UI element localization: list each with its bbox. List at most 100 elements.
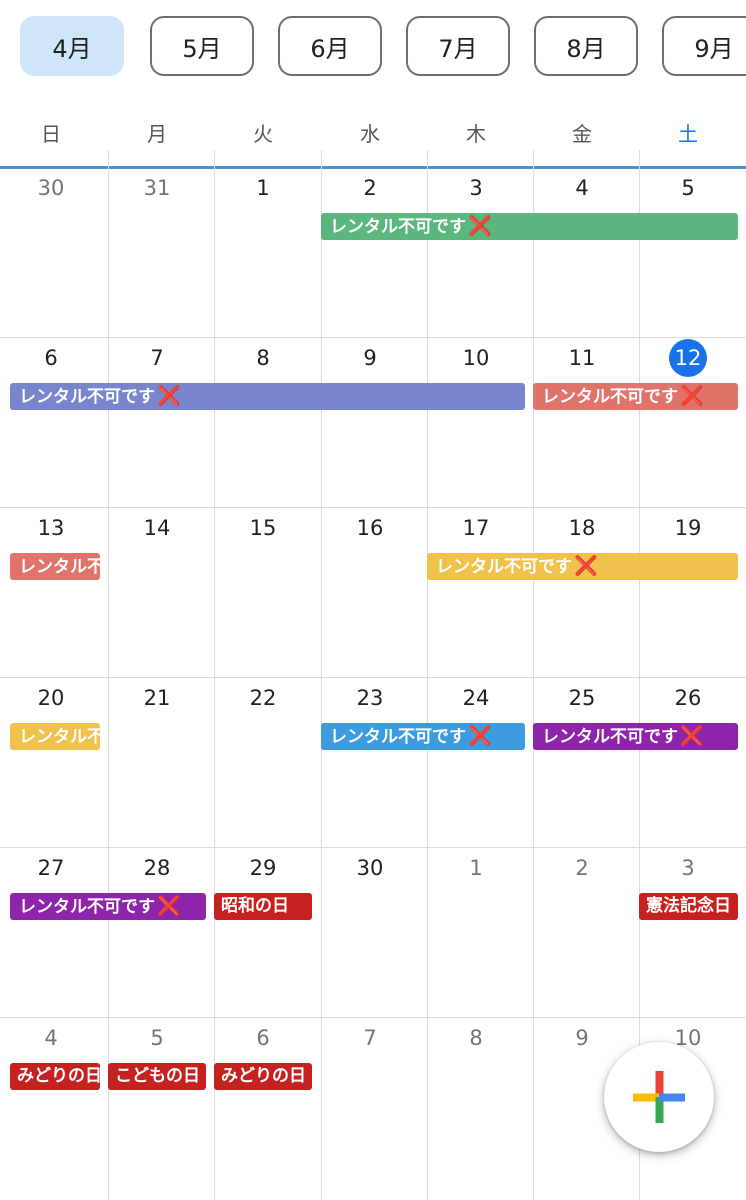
column-divider [427,150,428,1200]
cross-mark-icon: ❌ [680,385,704,407]
event-chip[interactable]: レンタル不可です❌ [10,893,206,920]
day-number[interactable]: 7 [348,1020,392,1056]
day-number[interactable]: 23 [348,680,392,716]
day-number[interactable]: 2 [348,170,392,206]
day-number[interactable]: 5 [666,170,710,206]
week-divider [0,677,746,678]
event-title: レンタル不可です [19,897,155,917]
event-chip[interactable]: レンタル不可です❌ [533,723,738,750]
week-divider [0,507,746,508]
event-title: みどりの日 [221,1066,306,1086]
event-title: レンタル不可です [542,387,678,407]
day-number[interactable]: 6 [29,340,73,376]
day-number[interactable]: 1 [241,170,285,206]
tab-may[interactable]: 5月 [150,16,254,76]
column-divider [108,150,109,1200]
cross-mark-icon: ❌ [468,215,492,237]
cross-mark-icon: ❌ [157,385,181,407]
event-title: レンタル不可です [19,387,155,407]
holiday-chip[interactable]: みどりの日 [214,1063,312,1090]
event-title: 憲法記念日 [646,896,731,916]
holiday-chip[interactable]: 昭和の日 [214,893,312,920]
holiday-chip[interactable]: みどりの日 [10,1063,100,1090]
tab-august[interactable]: 8月 [534,16,638,76]
event-chip[interactable]: レンタル不可です❌ [10,723,100,750]
day-number[interactable]: 26 [666,680,710,716]
day-number[interactable]: 11 [560,340,604,376]
day-number[interactable]: 22 [241,680,285,716]
create-event-button[interactable] [604,1042,714,1152]
weekday-wednesday: 水 [360,122,380,146]
event-title: 昭和の日 [221,896,289,916]
tab-july[interactable]: 7月 [406,16,510,76]
day-number[interactable]: 30 [348,850,392,886]
today-day-number[interactable]: 12 [669,339,707,377]
day-number[interactable]: 19 [666,510,710,546]
day-number[interactable]: 17 [454,510,498,546]
day-number[interactable]: 30 [29,170,73,206]
week-divider [0,847,746,848]
column-divider [533,150,534,1200]
tab-september[interactable]: 9月 [662,16,746,76]
event-chip[interactable]: レンタル不可です❌ [533,383,738,410]
event-title: レンタル不可です [19,727,100,747]
day-number[interactable]: 29 [241,850,285,886]
day-number[interactable]: 25 [560,680,604,716]
day-number[interactable]: 9 [560,1020,604,1056]
day-number[interactable]: 8 [454,1020,498,1056]
event-chip[interactable]: レンタル不可です❌ [321,213,738,240]
event-chip[interactable]: レンタル不可です❌ [427,553,738,580]
weekday-thursday: 木 [466,122,486,146]
day-number[interactable]: 4 [29,1020,73,1056]
day-number[interactable]: 16 [348,510,392,546]
weekday-saturday: 土 [678,122,698,146]
event-chip[interactable]: レンタル不可です❌ [10,553,100,580]
day-number[interactable]: 3 [666,850,710,886]
event-chip[interactable]: レンタル不可です❌ [321,723,525,750]
day-number[interactable]: 27 [29,850,73,886]
month-tabs: 4月 5月 6月 7月 8月 9月 [0,0,746,100]
cross-mark-icon: ❌ [468,725,492,747]
tab-april[interactable]: 4月 [20,16,124,76]
day-number[interactable]: 8 [241,340,285,376]
cross-mark-icon: ❌ [157,895,181,917]
day-number[interactable]: 5 [135,1020,179,1056]
day-number[interactable]: 14 [135,510,179,546]
weekday-tuesday: 火 [253,122,273,146]
day-number[interactable]: 3 [454,170,498,206]
column-divider [321,150,322,1200]
day-number[interactable]: 15 [241,510,285,546]
day-number[interactable]: 21 [135,680,179,716]
day-number[interactable]: 24 [454,680,498,716]
plus-icon [633,1071,685,1123]
day-number[interactable]: 13 [29,510,73,546]
week-divider [0,337,746,338]
cross-mark-icon: ❌ [574,555,598,577]
event-title: レンタル不可です [542,727,678,747]
day-number[interactable]: 18 [560,510,604,546]
day-number[interactable]: 20 [29,680,73,716]
weekday-header: 日 月 火 水 木 金 土 [0,108,746,158]
day-number[interactable]: 4 [560,170,604,206]
tab-june[interactable]: 6月 [278,16,382,76]
event-title: レンタル不可です [330,217,466,237]
day-number[interactable]: 31 [135,170,179,206]
event-chip[interactable]: レンタル不可です❌ [10,383,525,410]
holiday-chip[interactable]: 憲法記念日 [639,893,738,920]
day-number[interactable]: 1 [454,850,498,886]
weekday-monday: 月 [147,122,167,146]
event-title: こどもの日 [115,1066,200,1086]
day-number[interactable]: 6 [241,1020,285,1056]
day-number[interactable]: 28 [135,850,179,886]
day-number[interactable]: 7 [135,340,179,376]
day-number[interactable]: 2 [560,850,604,886]
day-number[interactable]: 9 [348,340,392,376]
event-title: レンタル不可です [436,557,572,577]
cross-mark-icon: ❌ [680,725,704,747]
event-title: レンタル不可です [19,557,100,577]
column-divider [214,150,215,1200]
weekday-sunday: 日 [41,122,61,146]
weekday-friday: 金 [572,122,592,146]
holiday-chip[interactable]: こどもの日 [108,1063,206,1090]
day-number[interactable]: 10 [454,340,498,376]
